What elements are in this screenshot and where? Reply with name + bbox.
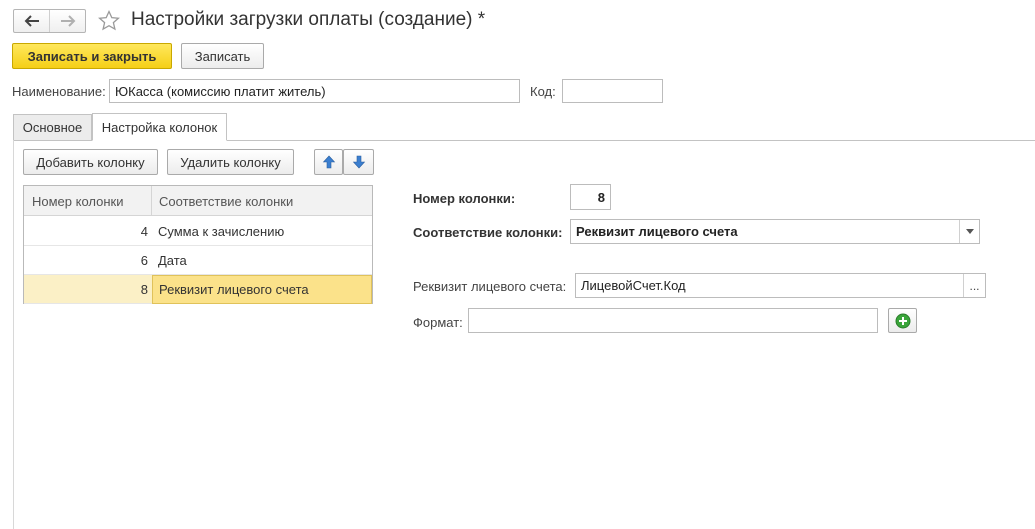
format-add-button[interactable] xyxy=(888,308,917,333)
account-attr-value: ЛицевойСчет.Код xyxy=(581,278,686,293)
account-attr-input[interactable]: ЛицевойСчет.Код ... xyxy=(575,273,986,298)
account-attr-select-button[interactable]: ... xyxy=(963,274,985,297)
save-button[interactable]: Записать xyxy=(181,43,264,69)
tab-main[interactable]: Основное xyxy=(13,114,92,140)
cell-column-number: 8 xyxy=(140,282,148,297)
table-row[interactable]: 6 Дата xyxy=(24,246,372,275)
format-label: Формат: xyxy=(413,315,463,330)
columns-table: Номер колонки Соответствие колонки 4 Сум… xyxy=(23,185,373,304)
mapping-select[interactable]: Реквизит лицевого счета xyxy=(570,219,980,244)
name-label: Наименование: xyxy=(12,84,106,99)
save-and-close-button[interactable]: Записать и закрыть xyxy=(12,43,172,69)
cell-column-mapping: Реквизит лицевого счета xyxy=(152,275,372,304)
back-button[interactable] xyxy=(14,10,49,32)
account-attr-label: Реквизит лицевого счета: xyxy=(413,279,567,294)
ellipsis-icon: ... xyxy=(969,278,980,293)
arrow-down-icon xyxy=(352,155,365,169)
column-number-input[interactable]: 8 xyxy=(570,184,611,210)
column-number-label: Номер колонки: xyxy=(413,191,516,206)
cell-column-number: 6 xyxy=(140,253,148,268)
arrow-right-icon xyxy=(60,15,75,27)
mapping-label: Соответствие колонки: xyxy=(413,225,563,240)
plus-circle-icon xyxy=(895,313,910,328)
arrow-left-icon xyxy=(24,15,39,27)
header-separator xyxy=(151,186,152,216)
move-up-button[interactable] xyxy=(314,149,343,175)
delete-column-button[interactable]: Удалить колонку xyxy=(167,149,294,175)
mapping-select-value: Реквизит лицевого счета xyxy=(576,224,738,239)
column-header-number[interactable]: Номер колонки xyxy=(32,186,147,216)
move-down-button[interactable] xyxy=(343,149,374,175)
code-label: Код: xyxy=(530,84,556,99)
tab-columns-settings[interactable]: Настройка колонок xyxy=(92,113,227,141)
table-row-selected[interactable]: 8 Реквизит лицевого счета xyxy=(24,275,372,304)
mapping-dropdown-button[interactable] xyxy=(959,220,979,243)
name-input[interactable]: ЮКасса (комиссию платит житель) xyxy=(109,79,520,103)
table-header: Номер колонки Соответствие колонки xyxy=(24,186,372,216)
table-row[interactable]: 4 Сумма к зачислению xyxy=(24,217,372,246)
format-input[interactable] xyxy=(468,308,878,333)
navigation-buttons xyxy=(13,9,86,33)
cell-column-mapping: Сумма к зачислению xyxy=(158,224,285,239)
favorite-star-button[interactable] xyxy=(97,9,123,33)
panel-border xyxy=(13,140,14,529)
code-input[interactable] xyxy=(562,79,663,103)
cell-column-number: 4 xyxy=(140,224,148,239)
chevron-down-icon xyxy=(965,229,974,234)
star-icon xyxy=(98,9,120,31)
arrow-up-icon xyxy=(322,155,335,169)
add-column-button[interactable]: Добавить колонку xyxy=(23,149,158,175)
column-header-mapping[interactable]: Соответствие колонки xyxy=(159,186,369,216)
cell-column-mapping: Дата xyxy=(158,253,187,268)
page-title: Настройки загрузки оплаты (создание) * xyxy=(131,9,486,30)
forward-button[interactable] xyxy=(49,10,85,32)
